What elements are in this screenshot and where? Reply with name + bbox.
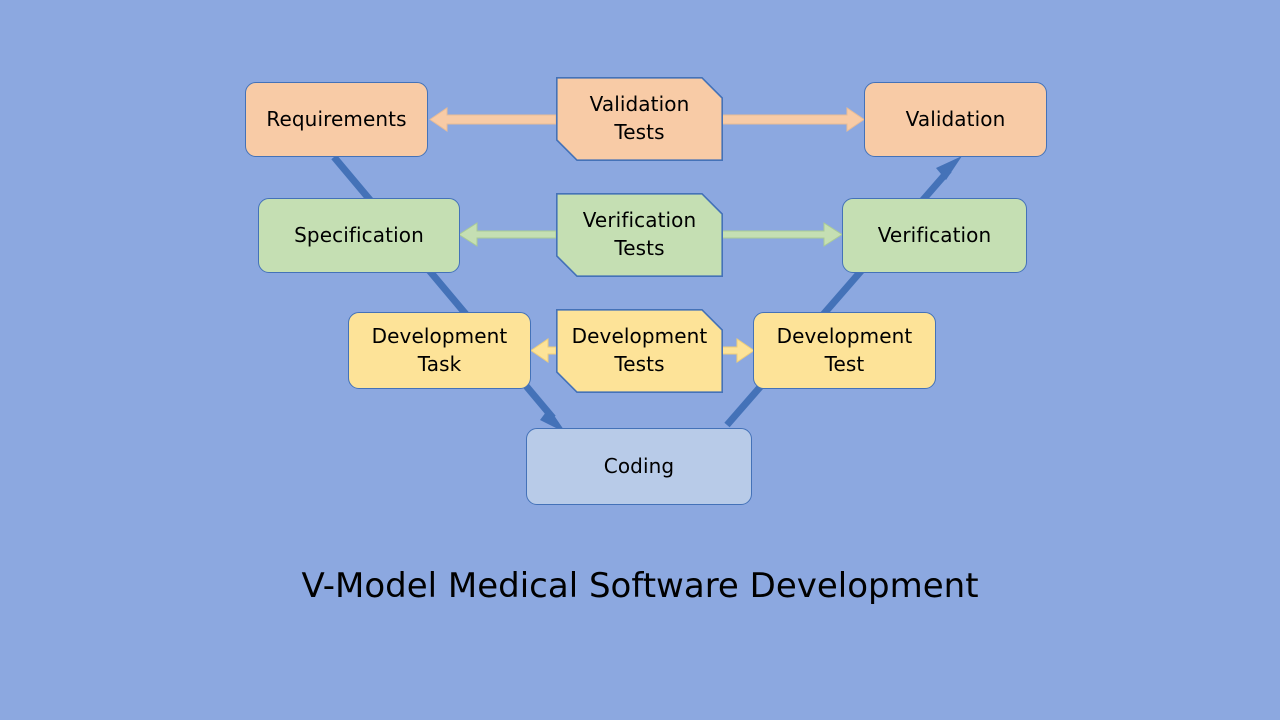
peach-arrow-to-validation <box>721 107 865 132</box>
node-development-tests[interactable]: Development Tests <box>556 309 723 393</box>
node-verification-label: Verification <box>877 222 992 247</box>
node-validation[interactable]: Validation <box>864 82 1047 157</box>
diagram-title: V-Model Medical Software Development <box>301 566 979 606</box>
node-verification-tests-label: Verification Tests <box>582 208 697 260</box>
node-verification-tests[interactable]: Verification Tests <box>556 193 723 277</box>
node-validation-tests[interactable]: Validation Tests <box>556 77 723 161</box>
node-verification[interactable]: Verification <box>842 198 1027 273</box>
node-development-test-label: Development Test <box>776 323 913 376</box>
node-development-task[interactable]: Development Task <box>348 312 531 389</box>
green-arrow-to-verification <box>721 222 843 247</box>
node-development-test[interactable]: Development Test <box>753 312 936 389</box>
green-arrow-to-specification <box>458 222 557 247</box>
node-specification[interactable]: Specification <box>258 198 460 273</box>
node-validation-tests-label: Validation Tests <box>589 92 690 144</box>
diagram-canvas: Requirements Validation Tests Validation… <box>0 0 1280 720</box>
node-requirements-label: Requirements <box>266 106 407 131</box>
node-validation-label: Validation <box>905 106 1006 131</box>
node-development-task-label: Development Task <box>371 323 508 376</box>
peach-arrow-to-requirements <box>429 107 557 132</box>
yellow-arrow-to-development-test <box>721 338 755 363</box>
node-requirements[interactable]: Requirements <box>245 82 428 157</box>
yellow-arrow-to-development-task <box>530 338 557 363</box>
node-specification-label: Specification <box>294 222 424 247</box>
node-coding-label: Coding <box>603 453 675 478</box>
node-development-tests-label: Development Tests <box>571 324 708 376</box>
node-coding[interactable]: Coding <box>526 428 752 505</box>
